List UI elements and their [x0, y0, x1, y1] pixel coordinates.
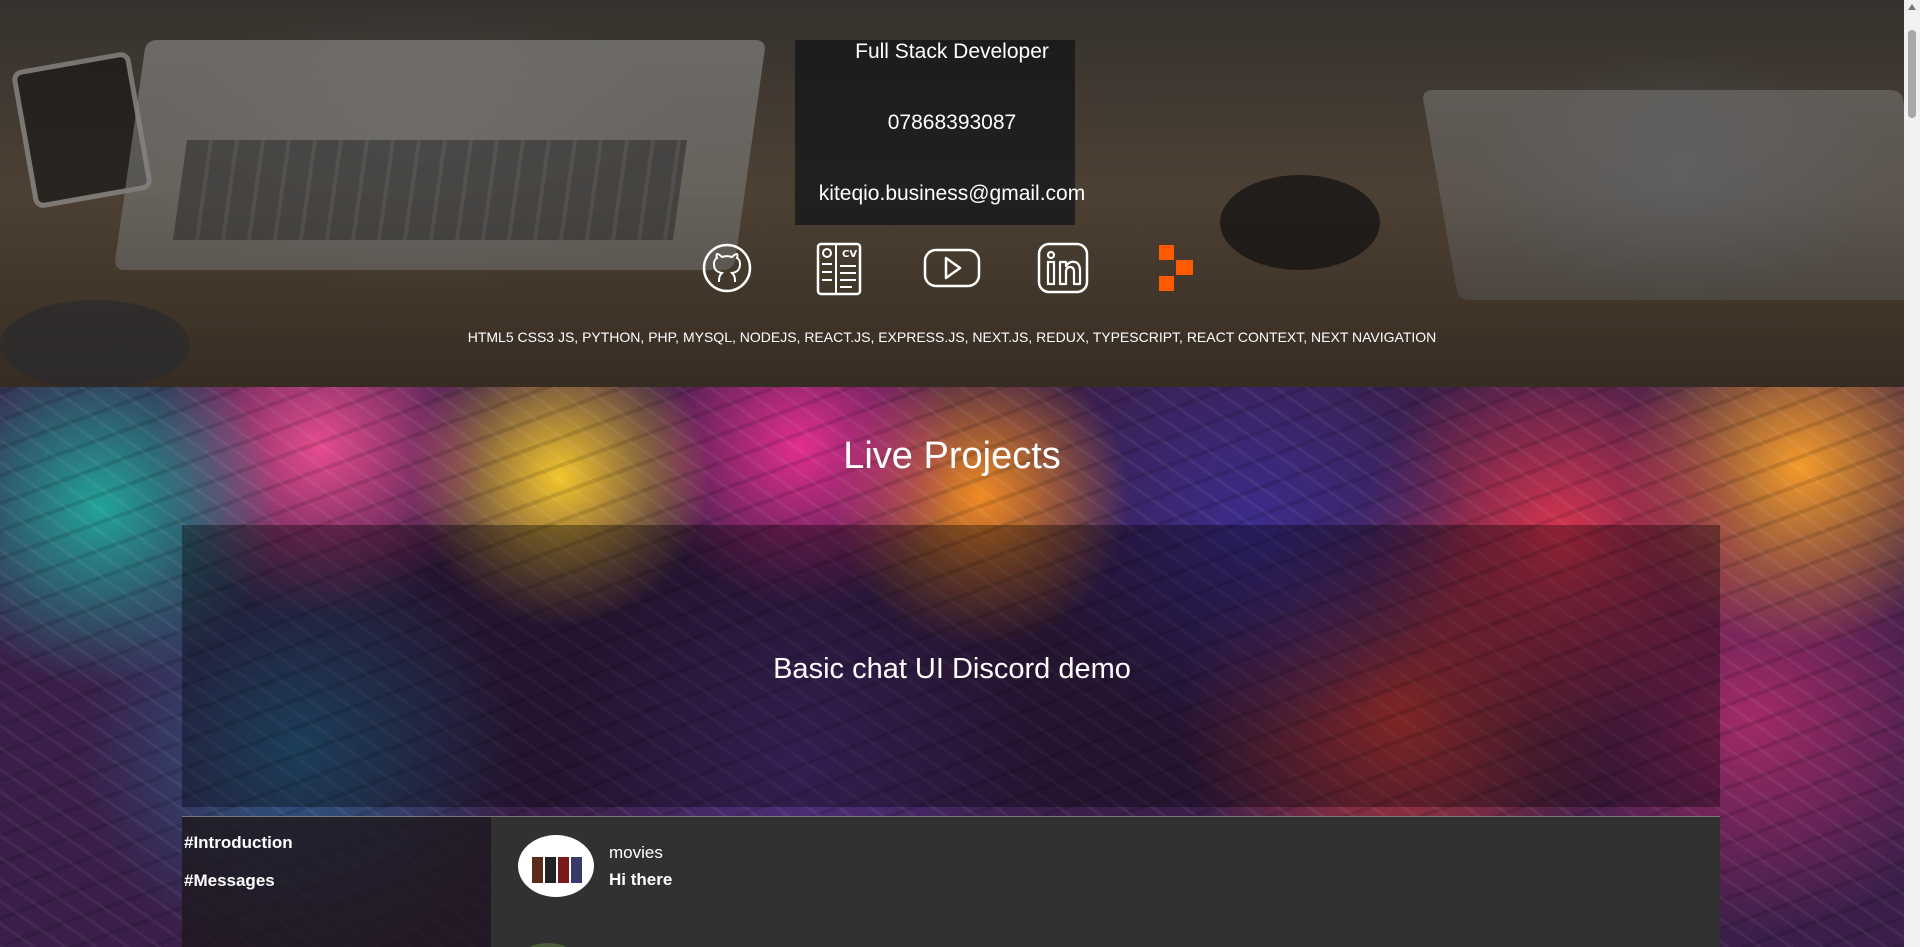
skills-list: HTML5 CSS3 JS, PYTHON, PHP, MYSQL, NODEJ…: [467, 329, 1437, 345]
phone-number: 07868393087: [887, 111, 1017, 134]
page-scrollbar[interactable]: [1904, 0, 1920, 947]
role-title: Full Stack Developer: [855, 40, 1049, 63]
portfolio-logo-icon[interactable]: [1159, 242, 1195, 294]
projects-section: Live Projects Basic chat UI Discord demo…: [0, 387, 1904, 947]
avatar: [518, 835, 594, 897]
message-username: movies: [609, 843, 663, 862]
hero-section: Full Stack Developer 07868393087 kiteqio…: [0, 0, 1904, 387]
channel-messages[interactable]: #Messages: [184, 871, 275, 891]
avatar: [518, 943, 578, 947]
scroll-up-icon[interactable]: [1908, 4, 1916, 10]
email-address: kiteqio.business@gmail.com: [818, 182, 1086, 205]
scrollbar-thumb[interactable]: [1908, 30, 1916, 118]
section-title: Live Projects: [843, 435, 1061, 477]
youtube-icon[interactable]: [923, 242, 981, 294]
channel-introduction[interactable]: #Introduction: [184, 833, 293, 853]
cv-icon[interactable]: CV: [816, 242, 864, 296]
linkedin-icon[interactable]: [1037, 242, 1089, 294]
project-title: Basic chat UI Discord demo: [773, 653, 1131, 685]
chat-demo: #Introduction #Messages movies Hi there: [182, 816, 1720, 947]
channel-sidebar: #Introduction #Messages: [182, 817, 491, 947]
social-links: CV: [0, 242, 1904, 296]
message-panel: movies Hi there: [491, 817, 1720, 947]
github-icon[interactable]: [702, 242, 752, 294]
svg-text:CV: CV: [842, 249, 857, 260]
message-text: Hi there: [609, 870, 673, 889]
